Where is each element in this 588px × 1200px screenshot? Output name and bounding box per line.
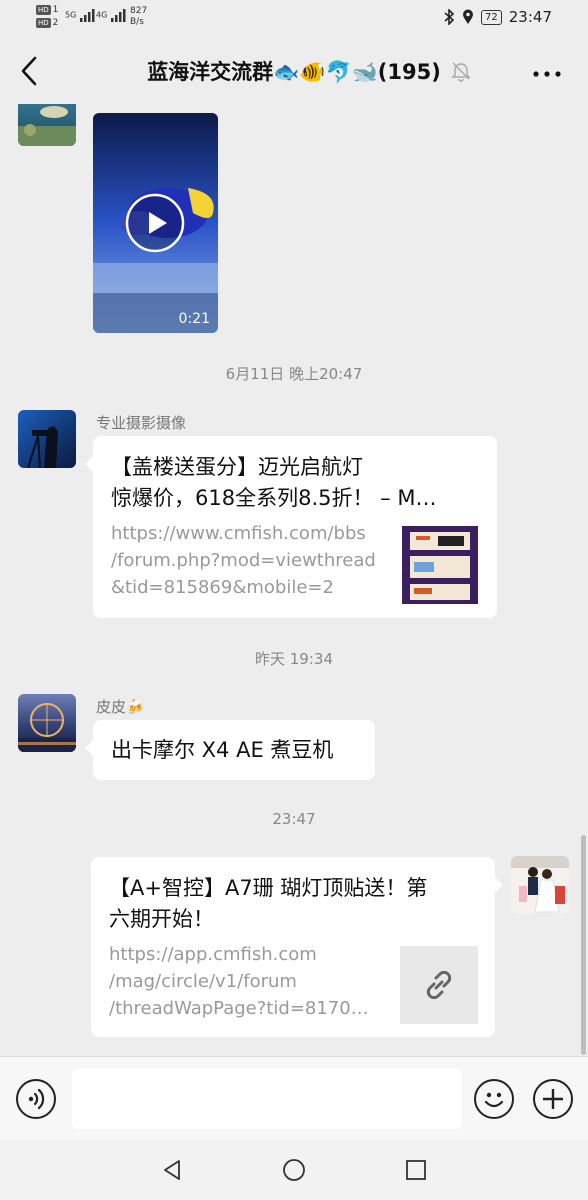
status-hd-indicators: HD 1 HD 2 <box>36 5 58 28</box>
emoji-face <box>484 1092 504 1108</box>
link-card-message[interactable]: 【盖楼送蛋分】迈光启航灯 惊爆价，618全系列8.5折！ – M… https:… <box>85 436 497 618</box>
link-card-url: https://www.cmfish.com/bbs /forum.php?mo… <box>111 520 386 601</box>
status-right: 72 23:47 <box>443 8 552 26</box>
net-speed-value: 827 <box>130 6 148 16</box>
plus-sign <box>543 1089 563 1109</box>
link-card-url-line: /mag/circle/v1/forum <box>109 971 297 992</box>
message-input[interactable] <box>72 1069 462 1129</box>
timestamp: 6月11日 晚上20:47 <box>225 365 363 383</box>
plus-icon[interactable] <box>533 1079 573 1119</box>
video-message[interactable]: 0:21 <box>93 113 218 333</box>
more-dots-svg <box>533 71 561 77</box>
link-card-url-line: /forum.php?mod=viewthread <box>111 550 376 571</box>
timestamp: 23:47 <box>272 810 316 828</box>
avatar[interactable] <box>18 410 76 468</box>
chat-header: 蓝海洋交流群🐟🐠🐬🐋(195) <box>0 38 588 104</box>
link-card-title-line: 六期开始！ <box>109 907 214 931</box>
avatar-photographer-image <box>18 410 76 468</box>
voice-waves <box>28 1088 45 1110</box>
input-bar <box>0 1056 588 1141</box>
link-card-message-self[interactable]: 【A+智控】A7珊 瑚灯顶贴送！第 六期开始！ https://app.cmfi… <box>91 857 503 1037</box>
scrollbar[interactable] <box>581 835 586 1055</box>
bell-off-icon <box>451 62 471 82</box>
voice-icon[interactable] <box>16 1079 56 1119</box>
avatar-ferris-wheel-image <box>18 694 76 752</box>
link-card-thumbnail <box>402 526 478 604</box>
hd2-num: 2 <box>52 18 59 28</box>
avatar[interactable] <box>18 694 76 752</box>
link-card-url-line: https://app.cmfish.com <box>109 944 317 965</box>
system-nav-bar <box>0 1140 588 1200</box>
link-icon <box>426 970 452 1000</box>
avatar-ocean-image <box>18 104 76 146</box>
hd2-badge: HD <box>36 18 51 28</box>
link-card-title-line: 【A+智控】A7珊 瑚灯顶贴送！第 <box>109 876 428 900</box>
link-thumbnail-placeholder <box>400 946 478 1024</box>
link-card-title-line: 惊爆价，618全系列8.5折！ – M… <box>111 486 437 510</box>
signal-2-label: 4G <box>96 10 108 20</box>
text-message[interactable]: 出卡摩尔 X4 AE 煮豆机 <box>85 720 375 780</box>
avatar[interactable] <box>18 104 76 146</box>
link-card-title-line: 【盖楼送蛋分】迈光启航灯 <box>111 455 363 479</box>
video-duration: 0:21 <box>178 311 210 327</box>
link-card-title: 【A+智控】A7珊 瑚灯顶贴送！第 六期开始！ <box>109 873 479 935</box>
signal-bars-2-icon <box>110 9 126 22</box>
net-speed: 827 B/s <box>130 6 147 28</box>
status-bar: HD 1 HD 2 5G 4G 827 B/s 72 23:47 <box>0 0 588 38</box>
clock: 23:47 <box>508 8 552 26</box>
play-icon[interactable] <box>125 193 185 253</box>
signal-1-label: 5G <box>65 10 77 20</box>
link-card-url-line: &tid=815869&mobile=2 <box>111 577 334 598</box>
signal-2: 4G <box>96 8 132 22</box>
sender-name: 皮皮🍻 <box>96 698 145 716</box>
bluetooth-icon <box>444 9 455 25</box>
chat-message-list[interactable]: 0:21 6月11日 晚上20:47 专业摄影摄像 【盖楼送蛋分】迈光启航灯 惊… <box>0 104 588 1056</box>
nav-home-icon[interactable] <box>282 1158 306 1182</box>
more-dots-icon[interactable] <box>532 60 562 80</box>
nav-recent-icon[interactable] <box>404 1158 428 1182</box>
battery-indicator: 72 <box>481 9 502 25</box>
link-card-url-line: /threadWapPage?tid=8170… <box>109 998 369 1019</box>
hd1-num: 1 <box>52 5 59 15</box>
timestamp: 昨天 19:34 <box>255 650 333 668</box>
link-card-title: 【盖楼送蛋分】迈光启航灯 惊爆价，618全系列8.5折！ – M… <box>111 452 481 514</box>
hd1-badge: HD <box>36 5 51 15</box>
link-card-url: https://app.cmfish.com /mag/circle/v1/fo… <box>109 941 389 1022</box>
message-text: 出卡摩尔 X4 AE 煮豆机 <box>111 738 334 762</box>
avatar-self[interactable] <box>511 856 569 914</box>
nav-back-icon[interactable] <box>160 1158 184 1182</box>
net-speed-unit: B/s <box>130 17 144 27</box>
location-icon <box>463 9 474 24</box>
avatar-wedding-image <box>511 856 569 914</box>
sender-name: 专业摄影摄像 <box>96 414 187 432</box>
link-card-url-line: https://www.cmfish.com/bbs <box>111 523 366 544</box>
chat-title: 蓝海洋交流群🐟🐠🐬🐋(195) <box>147 60 441 84</box>
emoji-icon[interactable] <box>474 1079 514 1119</box>
